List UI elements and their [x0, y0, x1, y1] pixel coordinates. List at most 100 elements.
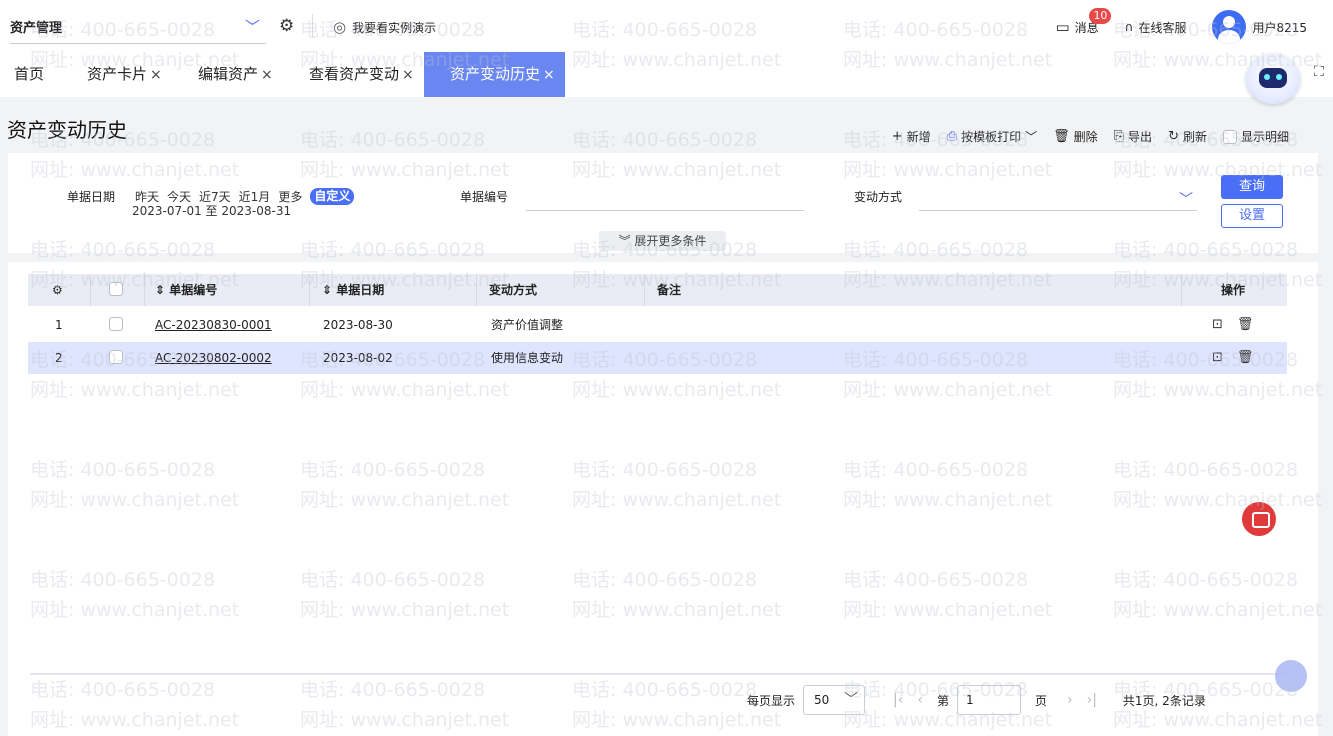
top-bar: 资产管理 ﹀ ⚙ ◎ 我要看实例演示 ▭ 消息 10 ∩ 在线客服 用户8215 [0, 0, 1333, 52]
column-method: 变动方式 [476, 274, 537, 306]
headset-icon: ∩ [1124, 20, 1134, 34]
show-detail-checkbox[interactable] [1222, 129, 1237, 144]
user-name: 用户8215 [1252, 20, 1307, 35]
last-page-icon[interactable]: ›| [1087, 692, 1097, 708]
print-template-button[interactable]: ⎙ 按模板打印 ﹀ [947, 128, 1037, 145]
tab-asset-card[interactable]: 资产卡片 × [87, 52, 162, 97]
feedback-float-button[interactable] [1242, 502, 1276, 536]
trash-icon[interactable]: 🗑 [1237, 342, 1254, 374]
select-all-checkbox[interactable] [109, 282, 123, 296]
messages-button[interactable]: ▭ 消息 10 [1055, 8, 1112, 36]
method-select[interactable]: ﹀ [919, 187, 1197, 211]
gear-icon[interactable]: ⚙ [279, 16, 294, 36]
show-detail-toggle[interactable]: 显示明细 [1222, 128, 1289, 145]
close-icon[interactable]: × [261, 67, 273, 83]
export-button-label: 导出 [1128, 130, 1153, 144]
module-select[interactable]: 资产管理 ﹀ [10, 10, 266, 44]
view-icon[interactable]: ⊡ [1212, 342, 1223, 374]
method-filter-label: 变动方式 [854, 190, 903, 204]
row-checkbox[interactable] [109, 317, 123, 331]
fullscreen-icon[interactable]: ⛶ [1314, 64, 1324, 80]
add-button[interactable]: + 新增 [892, 128, 931, 145]
column-date-label: 单据日期 [336, 283, 385, 297]
table-header: ⚙ ⇕ 单据编号 ⇕ 单据日期 变动方式 备注 操作 [28, 274, 1287, 306]
delete-button[interactable]: 🗑 删除 [1053, 128, 1098, 145]
tab-home[interactable]: 首页 [14, 52, 44, 97]
row-date: 2023-08-30 [323, 318, 393, 332]
tab-asset-change-history[interactable]: 资产变动历史 × [424, 52, 565, 97]
close-icon[interactable]: × [543, 67, 555, 83]
delete-button-label: 删除 [1073, 130, 1098, 144]
row-ops: ⊡ 🗑 [1212, 309, 1253, 341]
close-icon[interactable]: × [150, 67, 162, 83]
show-detail-label: 显示明细 [1240, 130, 1289, 144]
pagination: 每页显示 50 ﹀ |‹ ‹ 第 1 页 › ›| 共1页, 2条记录 [747, 685, 1206, 715]
row-index: 2 [55, 351, 63, 365]
avatar [1212, 10, 1247, 44]
user-menu[interactable]: 用户8215 [1212, 10, 1307, 44]
row-method: 使用信息变动 [491, 351, 564, 365]
tab-edit-asset[interactable]: 编辑资产 × [198, 52, 273, 97]
export-button[interactable]: ⎘ 导出 [1114, 128, 1152, 145]
page-input[interactable]: 1 [956, 685, 1021, 715]
column-docno[interactable]: ⇕ 单据编号 [144, 274, 217, 306]
expand-conditions-label: 展开更多条件 [634, 234, 707, 248]
chevron-down-icon: ﹀ [844, 692, 859, 708]
table-row[interactable]: 2 AC-20230802-0002 2023-08-02 使用信息变动 ⊡ 🗑 [28, 342, 1287, 374]
demo-link-label: 我要看实例演示 [352, 20, 437, 35]
divider [90, 274, 91, 306]
docno-link[interactable]: AC-20230830-0001 [155, 318, 272, 332]
page-summary: 共1页, 2条记录 [1122, 693, 1206, 708]
divider [1181, 274, 1182, 306]
view-icon[interactable]: ⊡ [1212, 309, 1223, 341]
row-checkbox[interactable] [109, 350, 123, 364]
query-button[interactable]: 查询 [1221, 175, 1283, 199]
tab-label: 查看资产变动 [309, 65, 400, 83]
column-date[interactable]: ⇕ 单据日期 [309, 274, 384, 306]
first-page-icon[interactable]: |‹ [893, 692, 903, 708]
docno-link[interactable]: AC-20230802-0002 [155, 351, 272, 365]
date-option-custom[interactable]: 自定义 [310, 188, 355, 205]
page-title: 资产变动历史 [7, 118, 127, 142]
horizontal-scrollbar[interactable] [30, 673, 1285, 675]
trash-icon[interactable]: 🗑 [1237, 309, 1254, 341]
module-select-label: 资产管理 [10, 21, 63, 36]
message-icon: ▭ [1055, 18, 1070, 36]
chevron-down-icon: ﹀ [244, 18, 260, 36]
assistant-float-button[interactable] [1275, 660, 1307, 692]
next-page-icon[interactable]: › [1067, 692, 1073, 708]
divider [312, 14, 313, 38]
filter-panel: 单据日期 昨天 今天 近7天 近1月 更多 自定义 2023-07-01 至 2… [8, 153, 1318, 253]
row-method: 资产价值调整 [491, 318, 564, 332]
close-icon[interactable]: × [402, 67, 414, 83]
tab-label: 首页 [14, 65, 45, 83]
tab-label: 资产卡片 [87, 65, 148, 83]
online-service-button[interactable]: ∩ 在线客服 [1125, 19, 1187, 36]
export-icon: ⎘ [1113, 129, 1125, 144]
prev-page-icon[interactable]: ‹ [917, 692, 923, 708]
table-row[interactable]: 1 AC-20230830-0001 2023-08-30 资产价值调整 ⊡ 🗑 [28, 309, 1287, 341]
robot-icon[interactable] [1246, 54, 1300, 104]
column-settings-icon[interactable]: ⚙ [52, 274, 63, 306]
tab-label: 资产变动历史 [450, 65, 541, 83]
tab-label: 编辑资产 [198, 65, 259, 83]
toolbar: + 新增 ⎙ 按模板打印 ﹀ 🗑 删除 ⎘ 导出 ↻ 刷新 显示明细 [892, 128, 1289, 145]
date-filter-label: 单据日期 [67, 190, 116, 204]
per-page-select[interactable]: 50 ﹀ [803, 685, 866, 715]
chevron-down-icon: ﹀ [1179, 192, 1193, 208]
eye-icon: ◎ [333, 18, 347, 36]
tab-bar: 首页 资产卡片 × 编辑资产 × 查看资产变动 × 资产变动历史 × [0, 52, 1333, 97]
date-range[interactable]: 2023-07-01 至 2023-08-31 [132, 202, 291, 219]
per-page-value: 50 [814, 693, 830, 707]
demo-link[interactable]: ◎ 我要看实例演示 [333, 18, 436, 36]
settings-button[interactable]: 设置 [1221, 204, 1283, 228]
docno-input[interactable] [526, 187, 804, 211]
tab-view-asset-change[interactable]: 查看资产变动 × [309, 52, 414, 97]
docno-filter-label: 单据编号 [460, 190, 509, 204]
double-chevron-down-icon: ︾ [618, 234, 631, 248]
row-index: 1 [55, 318, 63, 332]
refresh-button[interactable]: ↻ 刷新 [1168, 128, 1207, 145]
expand-conditions-button[interactable]: ︾ 展开更多条件 [599, 231, 726, 251]
row-docno: AC-20230830-0001 [155, 309, 272, 341]
messages-badge: 10 [1089, 8, 1112, 24]
